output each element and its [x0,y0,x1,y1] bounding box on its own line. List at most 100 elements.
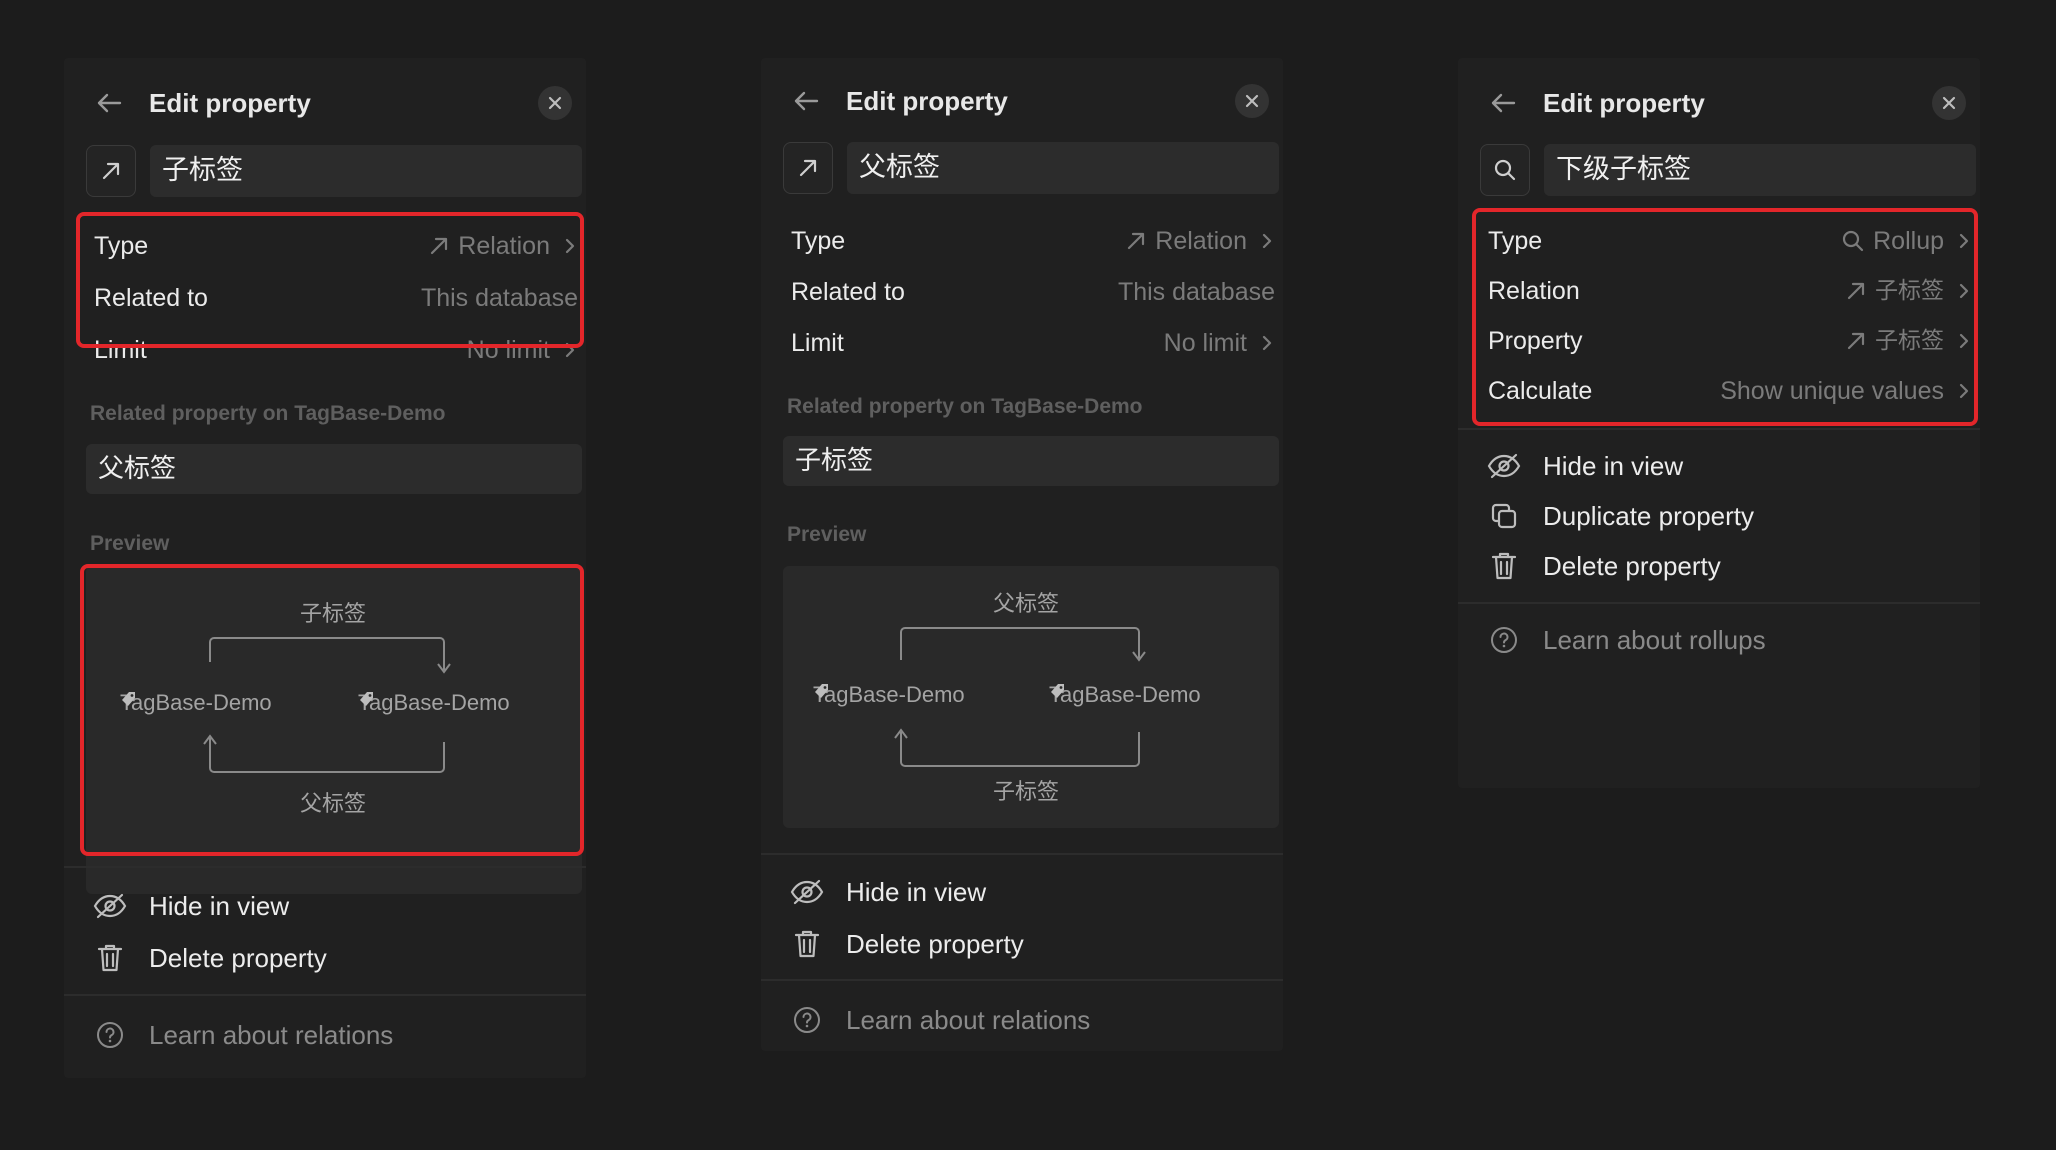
property-type-icon-button[interactable] [783,142,833,194]
close-icon [1942,96,1956,110]
related-property-input[interactable]: 父标签 [86,444,582,494]
relation-label: Relation [1488,277,1580,305]
property-name-row: 下级子标签 [1480,144,1976,198]
close-icon [1245,94,1259,108]
divider [761,979,1283,981]
learn-about-relations-link[interactable]: Learn about relations [789,998,1263,1042]
back-arrow-icon[interactable] [1486,86,1520,120]
property-name-row: 父标签 [783,142,1279,196]
search-icon [1494,159,1516,181]
relation-value: 子标签 [1845,271,1972,311]
back-arrow-icon[interactable] [789,84,823,118]
help-circle-icon [97,1022,123,1048]
limit-label: Limit [94,336,147,364]
property-label: Property [1488,327,1583,355]
preview-left-database: TagBase-Demo [813,682,965,707]
preview-bottom-label: 父标签 [300,792,367,817]
type-value: Relation [428,226,578,266]
chevron-right-icon [1262,335,1272,351]
learn-about-relations-link[interactable]: Learn about relations [92,1013,566,1057]
type-label: Type [1488,227,1543,255]
type-label: Type [94,232,149,260]
divider [1458,428,1980,430]
close-button[interactable] [538,86,572,120]
edit-property-panel-1: Edit property 子标签 Type Relation Related … [64,58,586,1078]
chevron-right-icon [1959,283,1969,299]
related-to-value: This database [420,284,578,312]
duplicate-property-button[interactable]: Duplicate property [1486,494,1960,538]
chevron-right-icon [565,238,575,254]
property-name-input[interactable]: 子标签 [150,145,582,197]
preview-left-database: TagBase-Demo [120,690,272,715]
trash-icon [794,930,820,958]
chevron-right-icon [565,342,575,358]
property-type-icon-button[interactable] [1480,144,1530,196]
related-property-input[interactable]: 子标签 [783,436,1279,486]
calculate-label: Calculate [1488,377,1593,405]
limit-value: No limit [1164,323,1275,363]
trash-icon [1491,552,1517,580]
tag-icon [360,692,373,706]
delete-property-button[interactable]: Delete property [789,922,1263,966]
panel-header: Edit property [761,58,1283,148]
relation-preview: 子标签 TagBase-Demo TagBase-Demo 父标签 [86,566,582,894]
limit-value: No limit [467,330,578,370]
related-to-row[interactable]: Related to This database [791,272,1275,312]
duplicate-icon [1491,503,1517,529]
preview-bottom-label: 子标签 [993,780,1060,805]
limit-row[interactable]: Limit No limit [94,330,578,370]
calculate-row[interactable]: Calculate Show unique values [1488,371,1972,411]
back-arrow-icon[interactable] [92,86,126,120]
preview-right-database: TagBase-Demo [358,690,510,715]
property-value: 子标签 [1845,321,1972,361]
property-type-icon-button[interactable] [86,145,136,197]
relation-arrow-icon [799,159,817,177]
type-value: Rollup [1841,221,1972,261]
related-property-label: Related property on TagBase-Demo [787,395,1143,418]
chevron-right-icon [1959,233,1969,249]
type-row[interactable]: Type Rollup [1488,221,1972,261]
divider [64,866,586,868]
panel-title: Edit property [846,86,1008,116]
type-row[interactable]: Type Relation [94,226,578,266]
calculate-value: Show unique values [1720,371,1972,411]
relation-arrow-icon [1128,232,1145,250]
learn-about-rollups-link[interactable]: Learn about rollups [1486,618,1960,662]
property-row[interactable]: Property 子标签 [1488,321,1972,361]
limit-row[interactable]: Limit No limit [791,323,1275,363]
relation-row[interactable]: Relation 子标签 [1488,271,1972,311]
delete-property-button[interactable]: Delete property [92,936,566,980]
property-name-input[interactable]: 下级子标签 [1544,144,1976,196]
chevron-right-icon [1959,333,1969,349]
related-to-label: Related to [94,284,208,312]
hide-in-view-button[interactable]: Hide in view [92,884,566,928]
related-property-label: Related property on TagBase-Demo [90,402,446,425]
panel-header: Edit property [64,58,586,148]
search-icon [1843,230,1864,252]
divider [64,994,586,996]
property-name-input[interactable]: 父标签 [847,142,1279,194]
chevron-right-icon [1262,233,1272,249]
tag-icon [815,684,828,698]
relation-arrow-icon [102,162,120,180]
related-to-row[interactable]: Related to This database [94,278,578,318]
edit-property-panel-3: Edit property 下级子标签 Type Rollup Relation… [1458,58,1980,788]
close-button[interactable] [1235,84,1269,118]
hide-in-view-button[interactable]: Hide in view [789,870,1263,914]
tag-icon [1051,684,1064,698]
close-button[interactable] [1932,86,1966,120]
divider [1458,602,1980,604]
help-circle-icon [794,1007,820,1033]
relation-arrow-icon [1847,282,1865,300]
eye-slash-icon [93,893,127,919]
type-row[interactable]: Type Relation [791,221,1275,261]
preview-label: Preview [787,523,867,546]
hide-in-view-button[interactable]: Hide in view [1486,444,1960,488]
limit-label: Limit [791,329,844,357]
delete-property-button[interactable]: Delete property [1486,544,1960,588]
panel-title: Edit property [149,88,311,118]
relation-arrow-icon [1847,332,1865,350]
preview-right-database: TagBase-Demo [1049,682,1201,707]
tag-icon [122,692,135,706]
chevron-right-icon [1959,383,1969,399]
